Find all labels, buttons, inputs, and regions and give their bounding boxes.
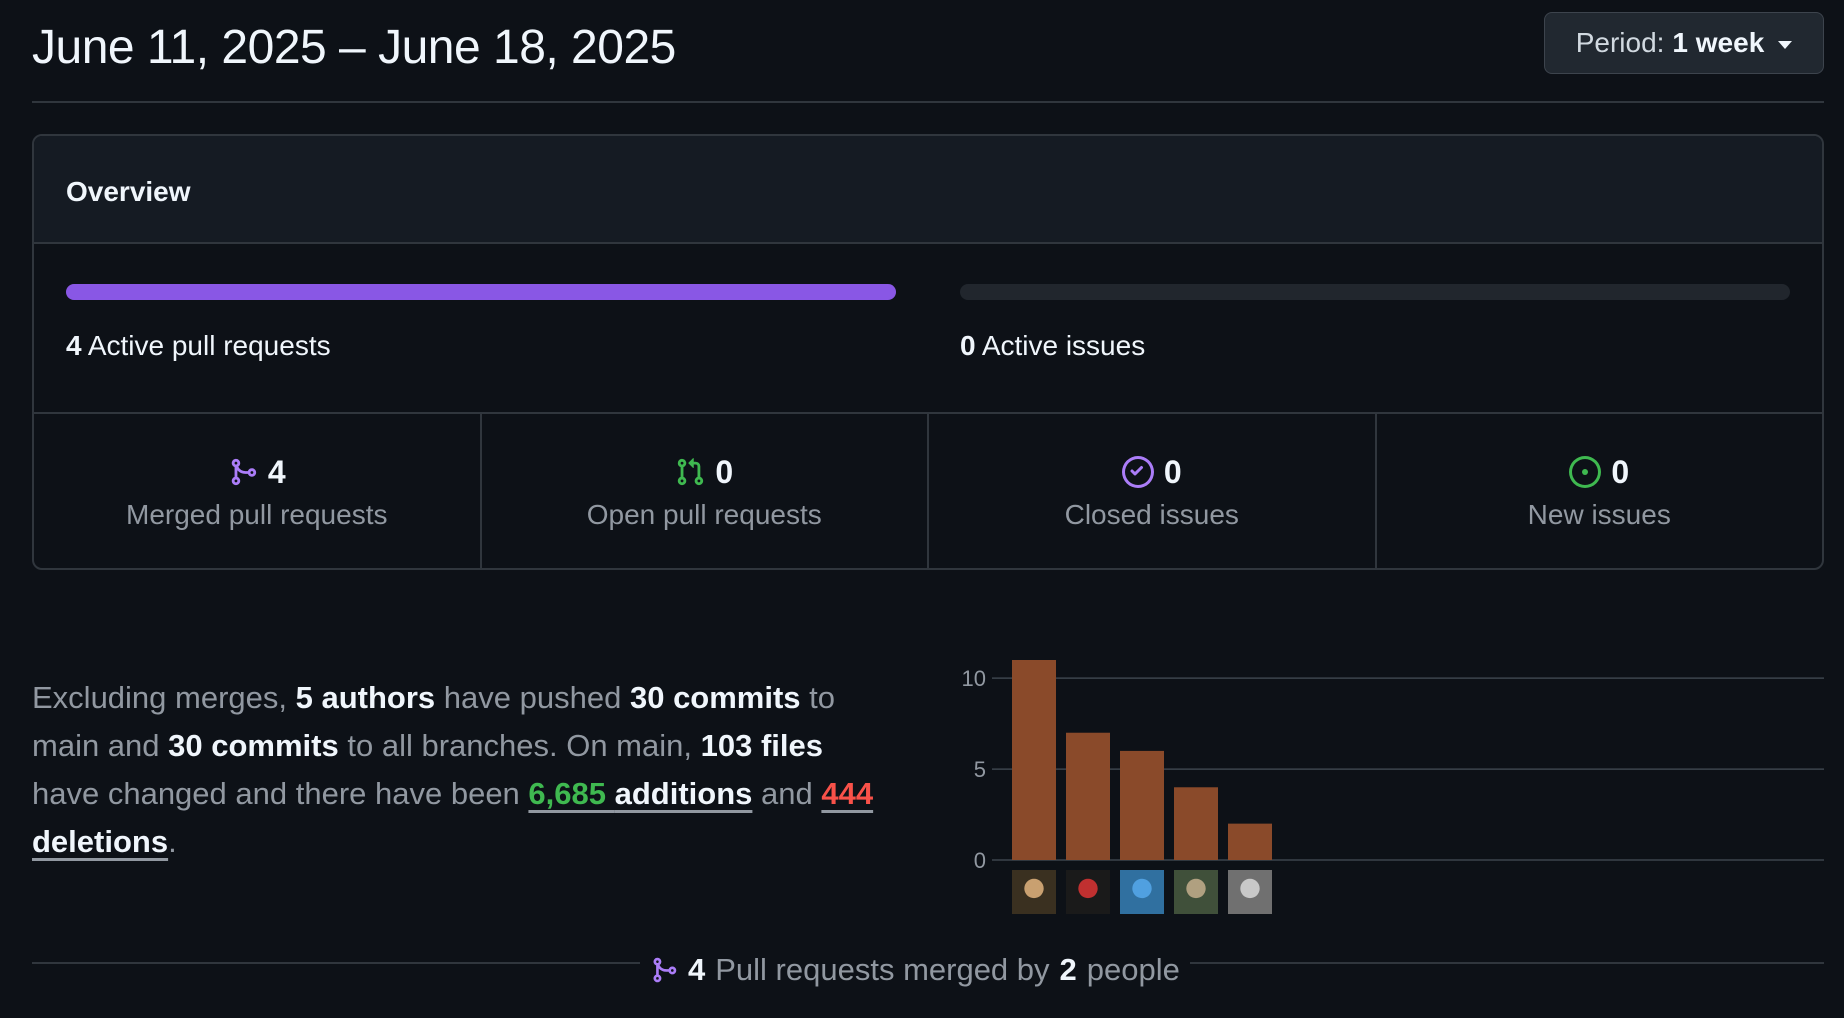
open-pull-requests-label: Open pull requests — [586, 499, 822, 530]
issue-opened-icon — [1569, 456, 1602, 488]
summary-text: have pushed — [443, 680, 622, 715]
issue-closed-icon — [1121, 456, 1154, 488]
stat-new-issues[interactable]: 0 New issues — [1377, 414, 1823, 568]
commit-summary: Excluding merges, 5 authors have pushed … — [32, 674, 892, 866]
page-header: June 11, 2025 – June 18, 2025 Period: 1 … — [32, 0, 1824, 103]
y-tick-label: 5 — [974, 757, 986, 782]
additions-count: 6,685 — [528, 776, 606, 811]
chart-bar[interactable] — [1174, 787, 1218, 860]
pull-requests-progress-fill — [66, 284, 896, 300]
chart-bar[interactable] — [1120, 750, 1164, 860]
stats-row: 4 Merged pull requests 0 Open pull reque… — [34, 414, 1822, 568]
author-avatar[interactable] — [1228, 870, 1272, 914]
people-word: people — [1086, 952, 1180, 987]
closed-issues-count: 0 — [1163, 453, 1182, 490]
commits-all-count: 30 commits — [168, 728, 339, 763]
git-merge-icon — [228, 457, 258, 487]
author-avatar[interactable] — [1120, 870, 1164, 914]
issues-progress-bar[interactable] — [960, 284, 1790, 300]
deletions-count: 444 — [821, 776, 874, 811]
additions-link[interactable]: 6,685 additions — [528, 776, 752, 811]
commits-main-count: 30 commits — [629, 680, 801, 715]
author-avatar[interactable] — [1012, 870, 1056, 914]
chart-bar[interactable] — [1012, 660, 1056, 860]
git-pull-request-icon — [675, 457, 705, 487]
merged-pull-requests-count: 4 — [267, 453, 286, 490]
summary-text: Excluding merges, — [32, 680, 288, 715]
overview-header: Overview — [34, 136, 1822, 244]
summary-text: and — [761, 776, 813, 811]
merged-text: Pull requests merged by — [715, 952, 1050, 987]
authors-count: 5 authors — [295, 680, 436, 715]
overview-title: Overview — [66, 176, 191, 207]
merged-count: 4 — [688, 952, 706, 987]
active-pull-requests-count: 4 — [66, 330, 82, 361]
active-pull-requests-link[interactable]: 4 Active pull requests — [66, 330, 331, 362]
summary-text: have changed and there have been — [32, 776, 520, 811]
new-issues-label: New issues — [1527, 499, 1671, 530]
people-count: 2 — [1059, 952, 1077, 987]
closed-issues-label: Closed issues — [1064, 499, 1239, 530]
period-label: Period: — [1575, 27, 1665, 58]
stat-open-pull-requests[interactable]: 0 Open pull requests — [482, 414, 929, 568]
chart-bar[interactable] — [1228, 823, 1272, 860]
date-range-title: June 11, 2025 – June 18, 2025 — [32, 21, 676, 74]
new-issues-count: 0 — [1611, 453, 1630, 490]
files-changed-count: 103 files — [700, 728, 823, 763]
y-tick-label: 0 — [974, 848, 986, 873]
overview-panel: Overview 4 Active pull requests 0 Active… — [32, 134, 1824, 570]
git-merge-icon — [650, 956, 678, 984]
period-dropdown-button[interactable]: Period: 1 week — [1544, 12, 1824, 74]
active-issues-label: Active issues — [981, 330, 1146, 361]
active-pull-requests-label: Active pull requests — [87, 330, 331, 361]
stat-merged-pull-requests[interactable]: 4 Merged pull requests — [34, 414, 482, 568]
author-avatar[interactable] — [1174, 870, 1218, 914]
merged-pull-requests-label: Merged pull requests — [126, 499, 388, 530]
commits-by-author-chart: 0 5 10 — [962, 660, 1824, 914]
caret-down-icon — [1778, 40, 1793, 49]
chart-bar[interactable] — [1066, 732, 1110, 860]
merged-pull-requests-summary: 4 Pull requests merged by 2 people — [640, 952, 1190, 988]
author-avatar[interactable] — [1066, 870, 1110, 914]
activity-bars: 4 Active pull requests 0 Active issues — [34, 244, 1822, 414]
period-value: 1 week — [1672, 27, 1765, 58]
summary-text: . — [168, 824, 177, 859]
active-issues-link[interactable]: 0 Active issues — [960, 330, 1145, 362]
pull-requests-progress-bar[interactable] — [66, 284, 896, 300]
summary-text: to all branches. On main, — [347, 728, 692, 763]
deletions-word: deletions — [32, 824, 169, 859]
additions-word: additions — [614, 776, 753, 811]
y-tick-label: 10 — [962, 666, 986, 691]
active-issues-count: 0 — [960, 330, 976, 361]
stat-closed-issues[interactable]: 0 Closed issues — [929, 414, 1377, 568]
open-pull-requests-count: 0 — [715, 453, 734, 490]
